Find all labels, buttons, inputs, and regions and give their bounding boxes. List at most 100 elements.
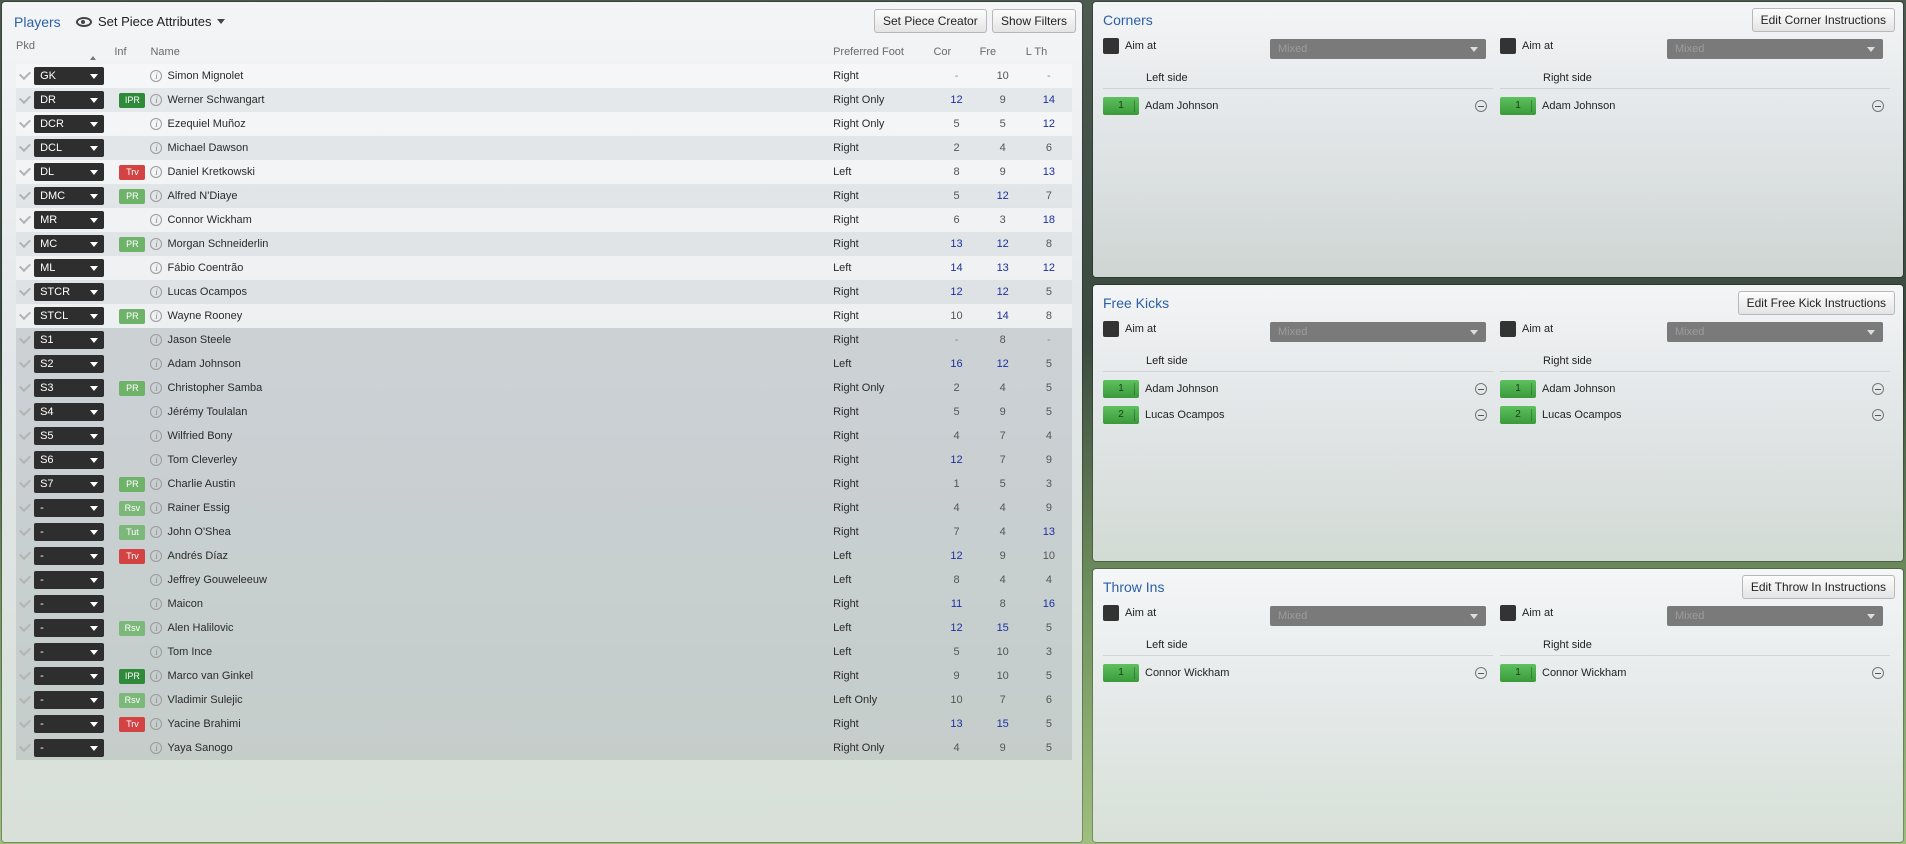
cell-pkd[interactable] xyxy=(16,328,35,352)
cell-name[interactable]: i Lucas Ocampos xyxy=(150,280,834,304)
position-dropdown[interactable]: S4 xyxy=(34,403,105,421)
position-dropdown[interactable]: DMC xyxy=(34,187,105,205)
cell-pkd[interactable] xyxy=(16,472,35,496)
remove-icon[interactable] xyxy=(1475,409,1487,421)
table-row[interactable]: - Rsv i Vladimir Sulejic Left Only 10 7 6 xyxy=(16,688,1072,712)
info-icon[interactable]: i xyxy=(150,670,163,683)
cell-name[interactable]: i Marco van Ginkel xyxy=(150,664,834,688)
col-foot[interactable]: Preferred Foot xyxy=(833,40,933,64)
taker-name[interactable]: Adam Johnson xyxy=(1542,100,1872,112)
info-icon[interactable]: i xyxy=(150,718,163,731)
remove-icon[interactable] xyxy=(1872,667,1884,679)
view-select[interactable]: Set Piece Attributes xyxy=(76,14,226,29)
cell-pkd[interactable] xyxy=(16,304,35,328)
cell-pkd[interactable] xyxy=(16,376,35,400)
aim-at-left[interactable]: Aim at xyxy=(1103,605,1156,621)
table-row[interactable]: - Tut i John O'Shea Right 7 4 13 xyxy=(16,520,1072,544)
aim-at-left[interactable]: Aim at xyxy=(1103,321,1156,337)
table-row[interactable]: GK i Simon Mignolet Right - 10 - xyxy=(16,64,1072,88)
position-dropdown[interactable]: S5 xyxy=(34,427,105,445)
info-icon[interactable]: i xyxy=(150,646,163,659)
cell-name[interactable]: i John O'Shea xyxy=(150,520,834,544)
checkbox[interactable] xyxy=(1103,321,1119,337)
cell-name[interactable]: i Wilfried Bony xyxy=(150,424,834,448)
table-row[interactable]: MR i Connor Wickham Right 6 3 18 xyxy=(16,208,1072,232)
cell-pkd[interactable] xyxy=(16,448,35,472)
cell-name[interactable]: i Jeffrey Gouweleeuw xyxy=(150,568,834,592)
table-row[interactable]: - i Tom Ince Left 5 10 3 xyxy=(16,640,1072,664)
position-dropdown[interactable]: - xyxy=(34,619,105,637)
checkbox[interactable] xyxy=(1103,38,1119,54)
remove-icon[interactable] xyxy=(1475,100,1487,112)
info-icon[interactable]: i xyxy=(150,118,163,131)
cell-name[interactable]: i Connor Wickham xyxy=(150,208,834,232)
cell-pkd[interactable] xyxy=(16,688,35,712)
remove-icon[interactable] xyxy=(1475,667,1487,679)
table-row[interactable]: S3 PR i Christopher Samba Right Only 2 4 5 xyxy=(16,376,1072,400)
edit-throwins-instructions-button[interactable]: Edit Throw In Instructions xyxy=(1741,575,1895,599)
taker-order-stepper[interactable]: 1 xyxy=(1103,664,1139,682)
cell-name[interactable]: i Tom Ince xyxy=(150,640,834,664)
position-dropdown[interactable]: - xyxy=(34,739,105,757)
aim-target-select-right[interactable]: Mixed xyxy=(1667,606,1883,626)
info-icon[interactable]: i xyxy=(150,310,163,323)
info-icon[interactable]: i xyxy=(150,526,163,539)
aim-at-right[interactable]: Aim at xyxy=(1500,321,1553,337)
cell-pkd[interactable] xyxy=(16,136,35,160)
info-icon[interactable]: i xyxy=(150,286,163,299)
position-dropdown[interactable]: MR xyxy=(34,211,105,229)
set-piece-creator-button[interactable]: Set Piece Creator xyxy=(874,9,987,33)
position-dropdown[interactable]: GK xyxy=(34,67,105,85)
position-dropdown[interactable]: DR xyxy=(34,91,105,109)
aim-at-right[interactable]: Aim at xyxy=(1500,605,1553,621)
cell-pkd[interactable] xyxy=(16,208,35,232)
position-dropdown[interactable]: - xyxy=(34,499,105,517)
cell-name[interactable]: i Andrés Díaz xyxy=(150,544,834,568)
col-name[interactable]: Name xyxy=(150,40,833,64)
position-dropdown[interactable]: ML xyxy=(34,259,105,277)
info-icon[interactable]: i xyxy=(150,574,163,587)
info-icon[interactable]: i xyxy=(150,70,163,83)
info-icon[interactable]: i xyxy=(150,550,163,563)
table-row[interactable]: DCR i Ezequiel Muñoz Right Only 5 5 12 xyxy=(16,112,1072,136)
cell-pkd[interactable] xyxy=(16,352,35,376)
info-icon[interactable]: i xyxy=(150,598,163,611)
show-filters-button[interactable]: Show Filters xyxy=(992,9,1077,33)
position-dropdown[interactable]: - xyxy=(34,691,105,709)
table-row[interactable]: S2 i Adam Johnson Left 16 12 5 xyxy=(16,352,1072,376)
cell-pkd[interactable] xyxy=(16,400,35,424)
taker-name[interactable]: Adam Johnson xyxy=(1145,100,1475,112)
remove-icon[interactable] xyxy=(1475,383,1487,395)
table-row[interactable]: ML i Fábio Coentrão Left 14 13 12 xyxy=(16,256,1072,280)
cell-name[interactable]: i Wayne Rooney xyxy=(150,304,834,328)
table-row[interactable]: - i Yaya Sanogo Right Only 4 9 5 xyxy=(16,736,1072,760)
cell-name[interactable]: i Morgan Schneiderlin xyxy=(150,232,834,256)
table-row[interactable]: - Rsv i Alen Halilovic Left 12 15 5 xyxy=(16,616,1072,640)
cell-pkd[interactable] xyxy=(16,712,35,736)
cell-pkd[interactable] xyxy=(16,496,35,520)
info-icon[interactable]: i xyxy=(150,238,163,251)
cell-name[interactable]: i Maicon xyxy=(150,592,834,616)
cell-name[interactable]: i Christopher Samba xyxy=(150,376,834,400)
checkbox[interactable] xyxy=(1103,605,1119,621)
table-row[interactable]: STCL PR i Wayne Rooney Right 10 14 8 xyxy=(16,304,1072,328)
cell-pkd[interactable] xyxy=(16,592,35,616)
position-dropdown[interactable]: - xyxy=(34,547,105,565)
cell-pkd[interactable] xyxy=(16,184,35,208)
position-dropdown[interactable]: S1 xyxy=(34,331,105,349)
table-row[interactable]: - i Maicon Right 11 8 16 xyxy=(16,592,1072,616)
position-dropdown[interactable]: - xyxy=(34,643,105,661)
position-dropdown[interactable]: S3 xyxy=(34,379,105,397)
checkbox[interactable] xyxy=(1500,38,1516,54)
cell-name[interactable]: i Ezequiel Muñoz xyxy=(150,112,834,136)
aim-target-select-right[interactable]: Mixed xyxy=(1667,39,1883,59)
cell-name[interactable]: i Werner Schwangart xyxy=(150,88,834,112)
edit-freekicks-instructions-button[interactable]: Edit Free Kick Instructions xyxy=(1737,291,1895,315)
table-row[interactable]: DMC PR i Alfred N'Diaye Right 5 12 7 xyxy=(16,184,1072,208)
taker-order-stepper[interactable]: 1 xyxy=(1500,380,1536,398)
cell-name[interactable]: i Alen Halilovic xyxy=(150,616,834,640)
position-dropdown[interactable]: DCR xyxy=(34,115,105,133)
position-dropdown[interactable]: - xyxy=(34,595,105,613)
cell-pkd[interactable] xyxy=(16,88,35,112)
checkbox[interactable] xyxy=(1500,605,1516,621)
